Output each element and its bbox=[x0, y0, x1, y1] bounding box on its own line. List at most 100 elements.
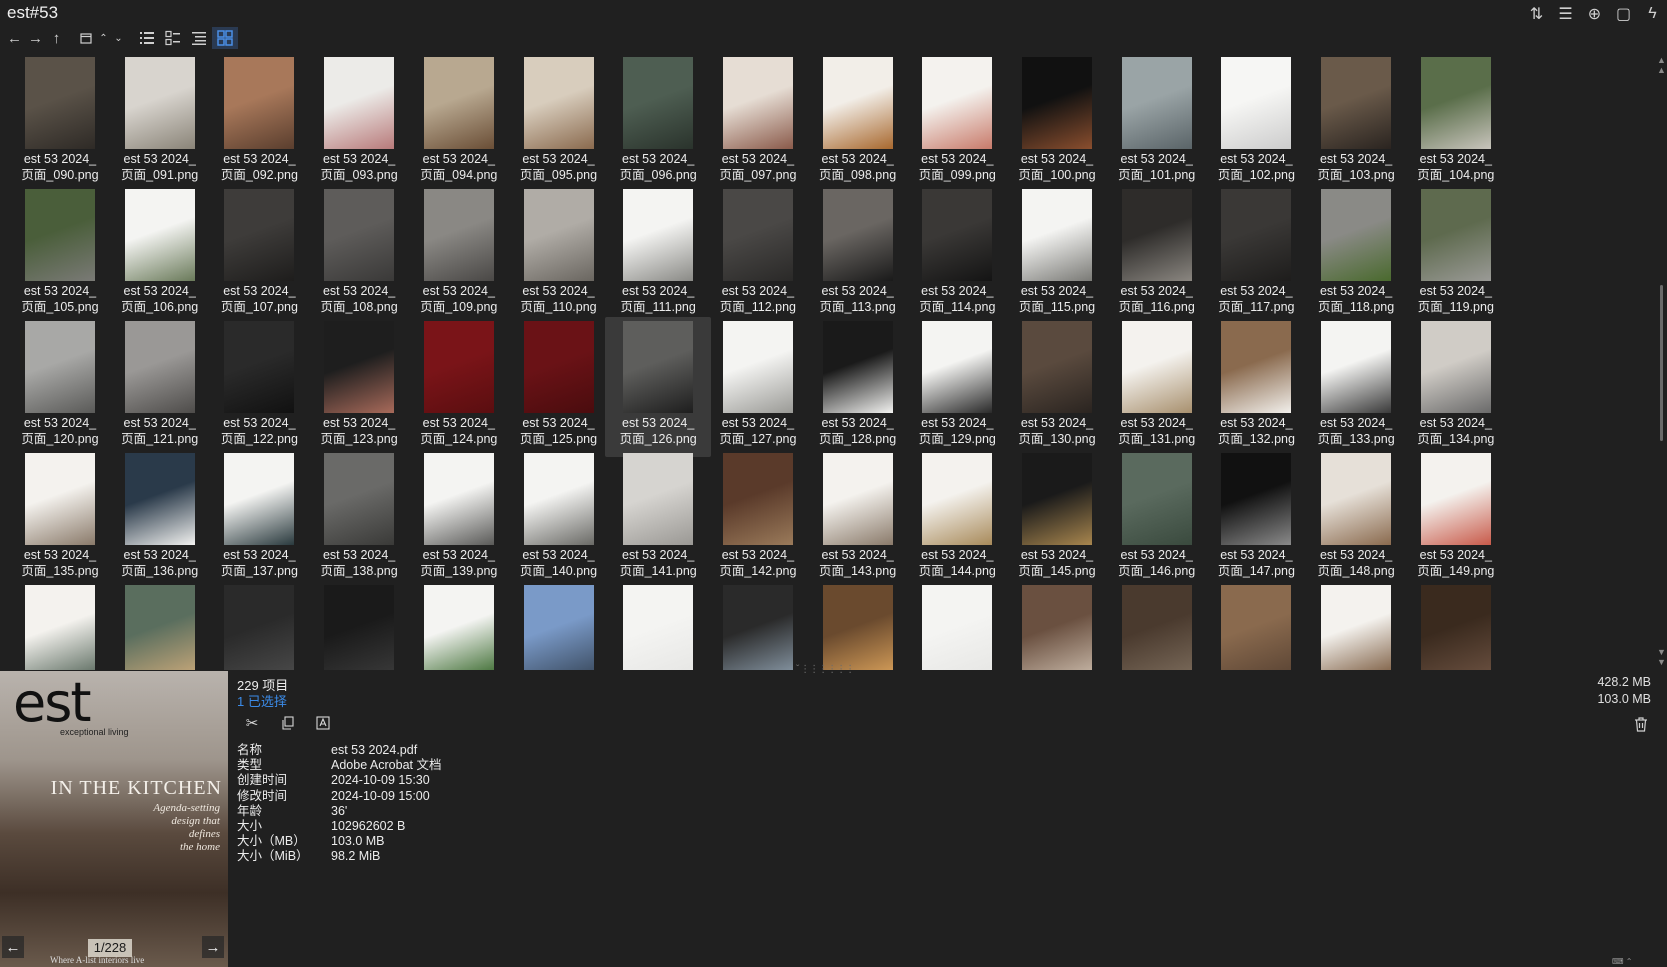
thumbnail-item[interactable] bbox=[406, 581, 512, 670]
thumbnail-item[interactable]: est 53 2024_ 页面_111.png bbox=[605, 185, 711, 325]
thumbnail-item[interactable]: est 53 2024_ 页面_141.png bbox=[605, 449, 711, 589]
thumbnail-item[interactable]: est 53 2024_ 页面_129.png bbox=[904, 317, 1010, 457]
flash-icon[interactable]: ϟ bbox=[1638, 2, 1667, 26]
thumbnail-item[interactable]: est 53 2024_ 页面_097.png bbox=[705, 53, 811, 193]
thumbnail-item[interactable]: est 53 2024_ 页面_090.png bbox=[7, 53, 113, 193]
thumbnail-item[interactable]: est 53 2024_ 页面_093.png bbox=[306, 53, 412, 193]
thumbnail-item[interactable]: est 53 2024_ 页面_098.png bbox=[805, 53, 911, 193]
scroll-down-icon[interactable]: ▼ bbox=[1657, 657, 1666, 667]
copy-icon[interactable] bbox=[274, 712, 302, 734]
thumbnail-item[interactable]: est 53 2024_ 页面_103.png bbox=[1303, 53, 1409, 193]
back-arrow-icon[interactable]: ← bbox=[4, 27, 25, 49]
thumbnail-item[interactable] bbox=[206, 581, 312, 670]
thumbnail-item[interactable]: est 53 2024_ 页面_100.png bbox=[1004, 53, 1110, 193]
thumbnail-item[interactable]: est 53 2024_ 页面_115.png bbox=[1004, 185, 1110, 325]
tree-view-icon[interactable] bbox=[186, 27, 212, 49]
list-details-icon[interactable]: ☰ bbox=[1551, 2, 1580, 26]
thumbnail-item[interactable] bbox=[7, 581, 113, 670]
thumbnail-item[interactable]: est 53 2024_ 页面_110.png bbox=[506, 185, 612, 325]
thumbnail-item[interactable] bbox=[1004, 581, 1110, 670]
thumbnail-item[interactable]: est 53 2024_ 页面_114.png bbox=[904, 185, 1010, 325]
thumbnail-item[interactable] bbox=[1203, 581, 1309, 670]
thumbnail-item[interactable]: est 53 2024_ 页面_124.png bbox=[406, 317, 512, 457]
thumbnail-item[interactable]: est 53 2024_ 页面_135.png bbox=[7, 449, 113, 589]
thumbnail-item[interactable]: est 53 2024_ 页面_145.png bbox=[1004, 449, 1110, 589]
thumbnail-item[interactable]: est 53 2024_ 页面_130.png bbox=[1004, 317, 1110, 457]
thumbnail-item[interactable]: est 53 2024_ 页面_105.png bbox=[7, 185, 113, 325]
thumbnail-item[interactable]: est 53 2024_ 页面_113.png bbox=[805, 185, 911, 325]
selection-count[interactable]: 1 已选择 bbox=[237, 691, 287, 710]
trash-icon[interactable] bbox=[1630, 713, 1652, 735]
thumbnail-item[interactable]: est 53 2024_ 页面_139.png bbox=[406, 449, 512, 589]
chevron-down-icon[interactable]: ⌄ bbox=[111, 27, 126, 49]
thumbnail-item[interactable]: est 53 2024_ 页面_117.png bbox=[1203, 185, 1309, 325]
thumbnail-item[interactable]: est 53 2024_ 页面_134.png bbox=[1403, 317, 1509, 457]
chevron-up-icon[interactable]: ⌃ bbox=[96, 27, 111, 49]
thumbnail-item[interactable] bbox=[605, 581, 711, 670]
thumbnail-item[interactable] bbox=[805, 581, 911, 670]
thumbnail-item[interactable]: est 53 2024_ 页面_127.png bbox=[705, 317, 811, 457]
cut-icon[interactable]: ✂ bbox=[238, 712, 266, 734]
thumbnail-item[interactable]: est 53 2024_ 页面_120.png bbox=[7, 317, 113, 457]
new-window-icon[interactable] bbox=[75, 27, 96, 49]
panel-splitter-handle[interactable]: ˇ ⋮⋮⋮⋮⋮⋮ bbox=[796, 664, 855, 675]
preview-prev-arrow-icon[interactable]: ← bbox=[2, 936, 24, 958]
thumbnail-item[interactable]: est 53 2024_ 页面_096.png bbox=[605, 53, 711, 193]
thumbnail-item[interactable]: est 53 2024_ 页面_140.png bbox=[506, 449, 612, 589]
thumbnail-item[interactable]: est 53 2024_ 页面_148.png bbox=[1303, 449, 1409, 589]
scrollbar-thumb[interactable] bbox=[1660, 285, 1663, 441]
thumbnail-item[interactable] bbox=[306, 581, 412, 670]
thumbnail-item[interactable]: est 53 2024_ 页面_147.png bbox=[1203, 449, 1309, 589]
thumbnail-item[interactable]: est 53 2024_ 页面_123.png bbox=[306, 317, 412, 457]
thumbnail-item[interactable]: est 53 2024_ 页面_142.png bbox=[705, 449, 811, 589]
rename-icon[interactable] bbox=[310, 712, 338, 734]
thumbnail-item[interactable]: est 53 2024_ 页面_101.png bbox=[1104, 53, 1210, 193]
thumbnail-item[interactable]: est 53 2024_ 页面_099.png bbox=[904, 53, 1010, 193]
vertical-scrollbar[interactable]: ▲ ▲ ▼ ▼ bbox=[1656, 53, 1667, 670]
thumbnail-item[interactable]: est 53 2024_ 页面_126.png bbox=[605, 317, 712, 457]
thumbnail-item[interactable]: est 53 2024_ 页面_107.png bbox=[206, 185, 312, 325]
thumbnail-item[interactable]: est 53 2024_ 页面_146.png bbox=[1104, 449, 1210, 589]
thumbnail-item[interactable]: est 53 2024_ 页面_108.png bbox=[306, 185, 412, 325]
sort-icon[interactable]: ⇅ bbox=[1522, 2, 1551, 26]
thumbnail-item[interactable]: est 53 2024_ 页面_104.png bbox=[1403, 53, 1509, 193]
thumbnail-item[interactable]: est 53 2024_ 页面_143.png bbox=[805, 449, 911, 589]
add-circle-icon[interactable]: ⊕ bbox=[1580, 2, 1609, 26]
thumbnail-item[interactable] bbox=[904, 581, 1010, 670]
thumbnail-item[interactable]: est 53 2024_ 页面_112.png bbox=[705, 185, 811, 325]
forward-arrow-icon[interactable]: → bbox=[25, 27, 46, 49]
preview-next-arrow-icon[interactable]: → bbox=[202, 936, 224, 958]
thumbnail-item[interactable]: est 53 2024_ 页面_138.png bbox=[306, 449, 412, 589]
thumbnail-item[interactable]: est 53 2024_ 页面_091.png bbox=[107, 53, 213, 193]
thumbnail-item[interactable] bbox=[705, 581, 811, 670]
clipboard-icon[interactable]: ▢ bbox=[1609, 2, 1638, 26]
thumbnail-item[interactable] bbox=[506, 581, 612, 670]
list-view-icon[interactable] bbox=[134, 27, 160, 49]
thumbnail-item[interactable]: est 53 2024_ 页面_132.png bbox=[1203, 317, 1309, 457]
details-view-icon[interactable] bbox=[160, 27, 186, 49]
thumbnail-item[interactable] bbox=[107, 581, 213, 670]
thumbnail-item[interactable]: est 53 2024_ 页面_133.png bbox=[1303, 317, 1409, 457]
thumbnail-item[interactable]: est 53 2024_ 页面_094.png bbox=[406, 53, 512, 193]
thumbnail-item[interactable]: est 53 2024_ 页面_119.png bbox=[1403, 185, 1509, 325]
thumbnail-item[interactable]: est 53 2024_ 页面_131.png bbox=[1104, 317, 1210, 457]
thumbnail-item[interactable]: est 53 2024_ 页面_128.png bbox=[805, 317, 911, 457]
scroll-up-icon[interactable]: ▲ bbox=[1657, 65, 1666, 75]
thumbnail-item[interactable]: est 53 2024_ 页面_092.png bbox=[206, 53, 312, 193]
thumbnail-item[interactable]: est 53 2024_ 页面_106.png bbox=[107, 185, 213, 325]
thumbnail-item[interactable]: est 53 2024_ 页面_121.png bbox=[107, 317, 213, 457]
thumbnail-item[interactable]: est 53 2024_ 页面_136.png bbox=[107, 449, 213, 589]
up-arrow-icon[interactable]: ↑ bbox=[46, 27, 67, 49]
thumbnail-item[interactable] bbox=[1403, 581, 1509, 670]
thumbnail-item[interactable]: est 53 2024_ 页面_137.png bbox=[206, 449, 312, 589]
scroll-down-icon[interactable]: ▼ bbox=[1657, 647, 1666, 657]
thumbnail-item[interactable] bbox=[1104, 581, 1210, 670]
thumbnail-view-icon[interactable] bbox=[212, 27, 238, 49]
thumbnail-item[interactable]: est 53 2024_ 页面_109.png bbox=[406, 185, 512, 325]
thumbnail-item[interactable]: est 53 2024_ 页面_144.png bbox=[904, 449, 1010, 589]
thumbnail-item[interactable]: est 53 2024_ 页面_102.png bbox=[1203, 53, 1309, 193]
thumbnail-item[interactable]: est 53 2024_ 页面_095.png bbox=[506, 53, 612, 193]
thumbnail-item[interactable]: est 53 2024_ 页面_122.png bbox=[206, 317, 312, 457]
scroll-up-icon[interactable]: ▲ bbox=[1657, 55, 1666, 65]
thumbnail-item[interactable]: est 53 2024_ 页面_149.png bbox=[1403, 449, 1509, 589]
